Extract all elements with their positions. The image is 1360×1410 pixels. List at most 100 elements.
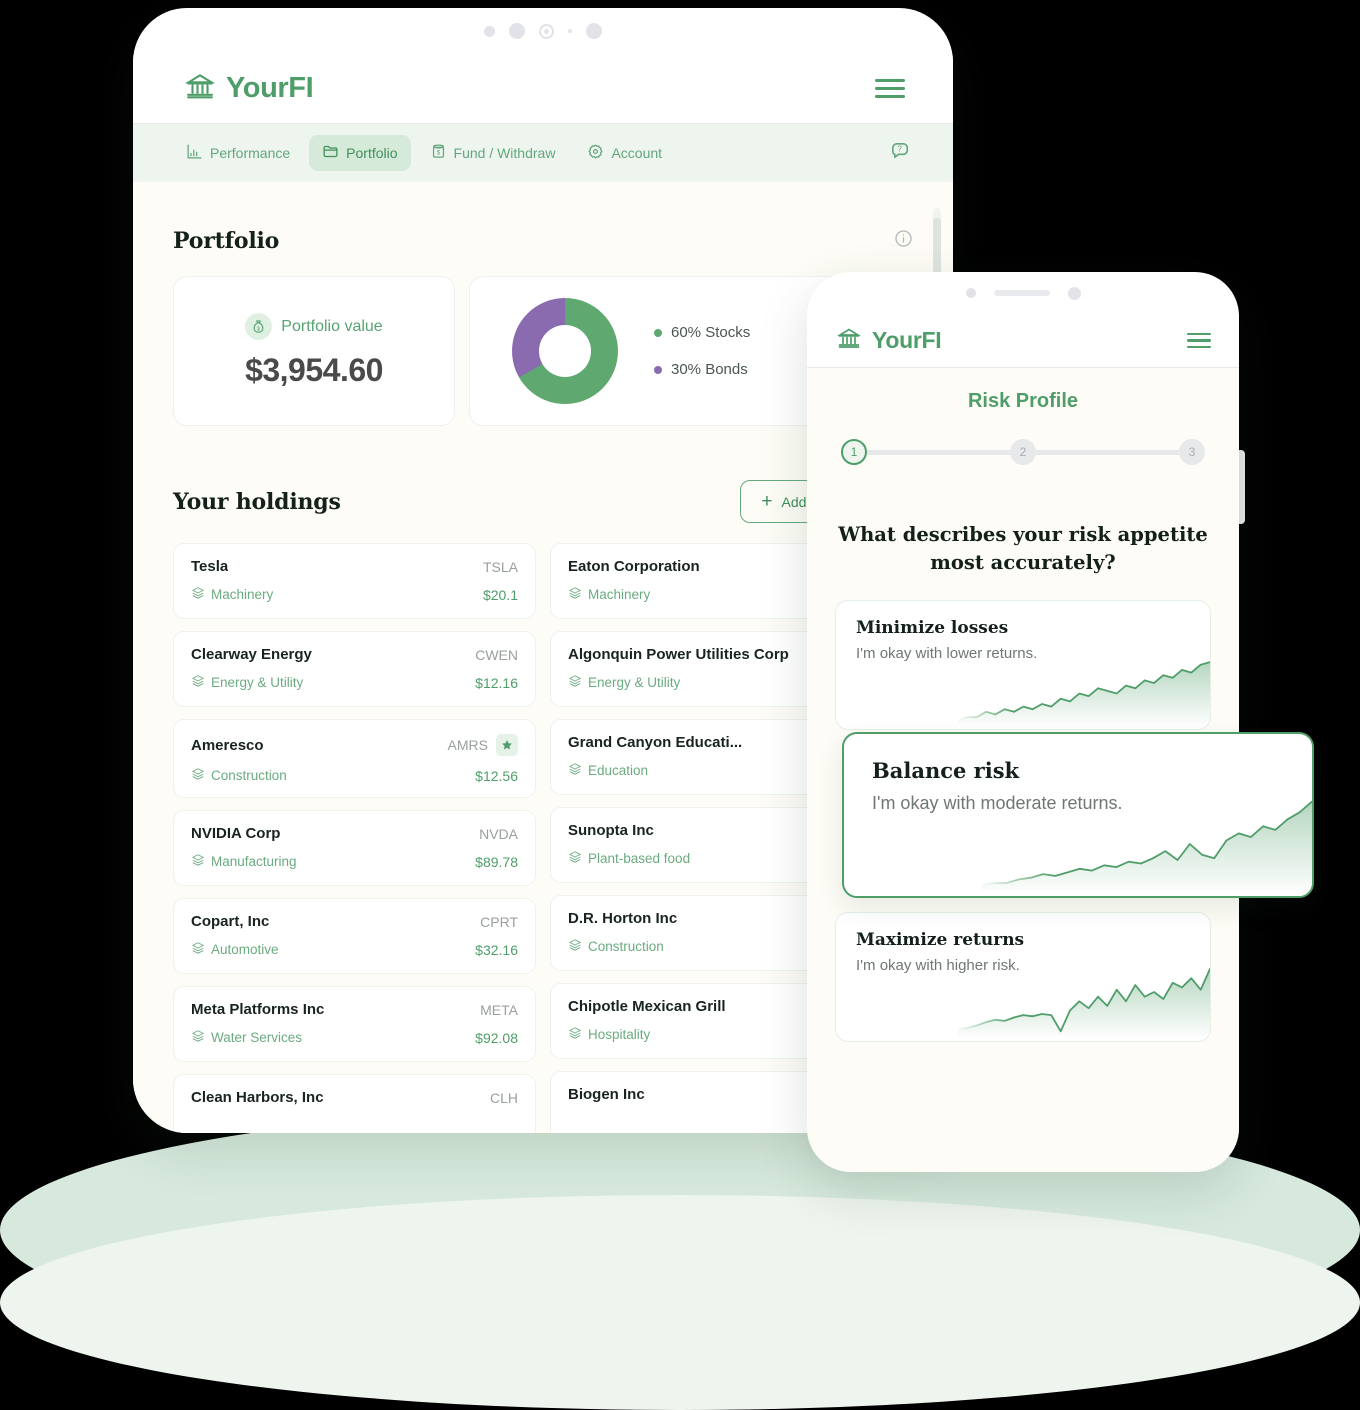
risk-option-balance-risk[interactable]: Balance risk I'm okay with moderate retu… bbox=[842, 732, 1314, 898]
holding-card[interactable]: Clean Harbors, Inc CLH bbox=[173, 1074, 536, 1133]
holding-card[interactable]: Meta Platforms Inc META Water Services $… bbox=[173, 986, 536, 1062]
help-chat-icon[interactable]: ? bbox=[890, 139, 913, 167]
sparkline-chart bbox=[957, 652, 1210, 729]
holding-sector-label: Education bbox=[588, 763, 649, 778]
holding-ticker: TSLA bbox=[482, 558, 518, 575]
risk-option-minimize-losses[interactable]: Minimize losses I'm okay with lower retu… bbox=[835, 600, 1211, 731]
plus-icon: + bbox=[761, 491, 773, 512]
layers-icon bbox=[568, 586, 582, 603]
holding-name: Sunopta Inc bbox=[568, 822, 654, 839]
holding-header: NVIDIA Corp NVDA bbox=[191, 825, 518, 842]
holding-sector: Education bbox=[568, 762, 648, 779]
holding-ticker: NVDA bbox=[479, 825, 518, 842]
bank-icon bbox=[184, 71, 216, 106]
svg-text:?: ? bbox=[897, 144, 902, 153]
holding-meta: Manufacturing $89.78 bbox=[191, 853, 518, 870]
app-logo[interactable]: YourFI bbox=[836, 326, 942, 355]
holding-sector: Energy & Utility bbox=[568, 674, 680, 691]
legend-color-swatch bbox=[654, 365, 662, 374]
holding-ticker: CPRT bbox=[480, 913, 518, 930]
tab-fund-withdraw[interactable]: $ Fund / Withdraw bbox=[417, 135, 569, 171]
tab-performance[interactable]: Performance bbox=[173, 135, 303, 171]
holding-name: Meta Platforms Inc bbox=[191, 1001, 325, 1018]
holding-name: NVIDIA Corp bbox=[191, 825, 281, 842]
holdings-header: Your holdings + Add Stock or ETF bbox=[173, 480, 913, 523]
hamburger-menu-icon[interactable] bbox=[1187, 332, 1211, 349]
info-icon[interactable] bbox=[894, 229, 913, 253]
favorite-star-badge[interactable] bbox=[496, 734, 518, 756]
legend-item-bonds: 30% Bonds bbox=[654, 361, 750, 378]
layers-icon bbox=[191, 1029, 205, 1046]
holding-ticker: AMRS bbox=[447, 737, 488, 753]
holding-header: Clean Harbors, Inc CLH bbox=[191, 1089, 518, 1106]
ground-ellipse-front bbox=[0, 1195, 1360, 1410]
sparkline-chart bbox=[957, 958, 1210, 1041]
page-title: Portfolio bbox=[173, 228, 280, 254]
holding-name: Algonquin Power Utilities Corp bbox=[568, 646, 789, 663]
holding-card[interactable]: NVIDIA Corp NVDA Manufacturing $89.78 bbox=[173, 810, 536, 886]
holding-card[interactable]: Copart, Inc CPRT Automotive $32.16 bbox=[173, 898, 536, 974]
sensor-dot bbox=[484, 25, 495, 37]
tab-label: Performance bbox=[210, 145, 291, 161]
phone-side-button[interactable] bbox=[1238, 450, 1245, 524]
holding-sector-label: Hospitality bbox=[588, 1027, 651, 1042]
svg-text:$: $ bbox=[257, 326, 260, 332]
app-logo[interactable]: YourFI bbox=[184, 71, 314, 106]
risk-option-title: Balance risk bbox=[872, 758, 1020, 783]
holding-header: Tesla TSLA bbox=[191, 558, 518, 575]
holding-card[interactable]: Clearway Energy CWEN Energy & Utility $1… bbox=[173, 631, 536, 707]
layers-icon bbox=[191, 941, 205, 958]
risk-question: What describes your risk appetite most a… bbox=[838, 523, 1208, 574]
stepper-connector bbox=[1036, 449, 1179, 455]
tab-label: Fund / Withdraw bbox=[453, 145, 556, 161]
layers-icon bbox=[568, 1026, 582, 1043]
holding-meta: Construction $12.56 bbox=[191, 767, 518, 784]
holding-sector: Machinery bbox=[568, 586, 650, 603]
holding-header: Ameresco AMRS bbox=[191, 734, 518, 756]
holding-sector-label: Construction bbox=[588, 939, 664, 954]
step-3[interactable]: 3 bbox=[1179, 439, 1205, 465]
tab-account[interactable]: Account bbox=[574, 135, 675, 171]
camera-icon bbox=[1067, 286, 1081, 300]
step-2[interactable]: 2 bbox=[1010, 439, 1036, 465]
portfolio-value-label: Portfolio value bbox=[281, 317, 383, 335]
holding-sector-label: Water Services bbox=[211, 1030, 303, 1045]
holding-sector-label: Automotive bbox=[211, 942, 279, 957]
progress-stepper: 1 2 3 bbox=[835, 439, 1211, 465]
layers-icon bbox=[191, 674, 205, 691]
layers-icon bbox=[191, 767, 205, 784]
stepper-connector bbox=[867, 449, 1010, 455]
holding-sector: Manufacturing bbox=[191, 853, 297, 870]
holding-card[interactable]: Tesla TSLA Machinery $20.1 bbox=[173, 543, 536, 619]
phone-sensor-array bbox=[807, 272, 1239, 314]
step-label: 2 bbox=[1019, 445, 1027, 459]
holding-name: Clearway Energy bbox=[191, 646, 312, 663]
holding-sector: Machinery bbox=[191, 586, 273, 603]
sparkline-chart bbox=[981, 787, 1312, 896]
holding-card[interactable]: Ameresco AMRS Construction $12.56 bbox=[173, 719, 536, 798]
tab-portfolio[interactable]: Portfolio bbox=[309, 135, 411, 171]
tab-label: Account bbox=[611, 145, 663, 161]
brand-name: YourFI bbox=[872, 327, 942, 353]
step-1[interactable]: 1 bbox=[841, 439, 867, 465]
holding-name: Grand Canyon Educati... bbox=[568, 734, 743, 751]
holding-name: Biogen Inc bbox=[568, 1086, 645, 1103]
risk-option-maximize-returns[interactable]: Maximize returns I'm okay with higher ri… bbox=[835, 912, 1211, 1043]
holding-sector: Construction bbox=[568, 938, 664, 955]
holding-name: Ameresco bbox=[191, 736, 264, 754]
holding-sector: Water Services bbox=[191, 1029, 302, 1046]
holding-name: D.R. Horton Inc bbox=[568, 910, 678, 927]
layers-icon bbox=[568, 850, 582, 867]
holding-name: Eaton Corporation bbox=[568, 558, 700, 575]
holding-price: $89.78 bbox=[475, 853, 518, 870]
holding-header: Copart, Inc CPRT bbox=[191, 913, 518, 930]
holding-sector-label: Energy & Utility bbox=[211, 675, 304, 690]
holdings-title: Your holdings bbox=[173, 488, 341, 515]
holding-sector: Automotive bbox=[191, 941, 279, 958]
phone-header: YourFI bbox=[807, 314, 1239, 368]
folder-icon bbox=[322, 143, 339, 163]
portfolio-value-card: $ Portfolio value $3,954.60 bbox=[173, 276, 455, 426]
cash-icon: $ bbox=[430, 143, 447, 163]
hamburger-menu-icon[interactable] bbox=[875, 79, 905, 98]
risk-option-title: Minimize losses bbox=[856, 618, 1009, 639]
